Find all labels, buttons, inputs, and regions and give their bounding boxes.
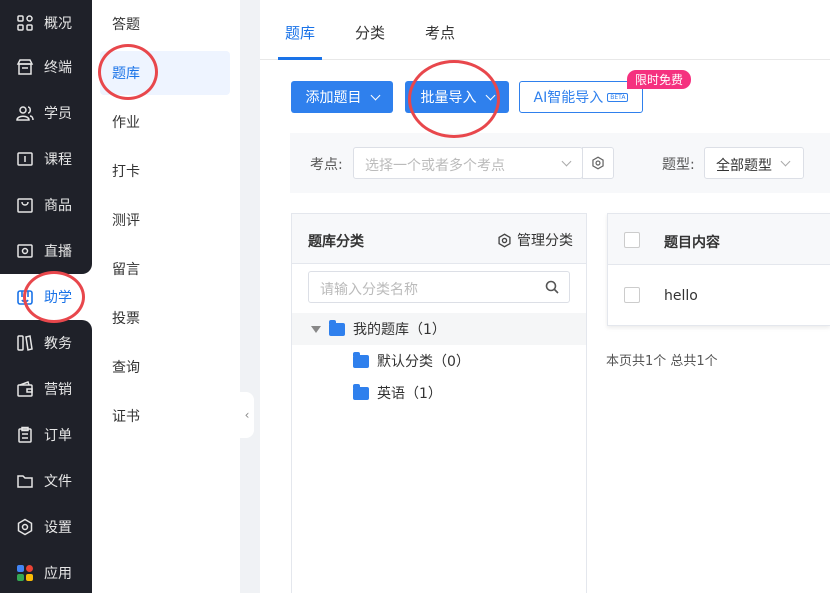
nav-item-apps[interactable]: 应用 [0, 550, 92, 593]
active-tab-indicator [278, 57, 322, 60]
nav-item-files[interactable]: 文件 [0, 458, 92, 504]
collapse-sidebar-handle[interactable]: ‹ [240, 392, 254, 438]
question-type-value: 全部题型 [716, 158, 772, 174]
ai-import-button[interactable]: AI智能导入 BETA [519, 81, 643, 113]
column-header-content: 题目内容 [664, 235, 720, 251]
subnav-item-checkin[interactable]: 打卡 [100, 149, 230, 193]
question-content-cell[interactable]: hello [664, 288, 698, 304]
nav-label: 课程 [44, 152, 72, 168]
promo-badge: 限时免费 [627, 70, 692, 89]
category-panel: 题库分类 管理分类 请输入分类名称 我的题库（1） 默认分类（0） 英语（1） [291, 213, 587, 593]
tree-node-label: 我的题库（1） [353, 322, 446, 338]
nav-label: 应用 [44, 566, 72, 582]
caret-down-icon [311, 325, 321, 333]
nav-item-overview[interactable]: 概况 [0, 0, 92, 46]
nav-item-settings[interactable]: 设置 [0, 504, 92, 550]
course-icon [17, 152, 33, 166]
search-icon [545, 280, 559, 294]
category-search-placeholder: 请输入分类名称 [320, 282, 418, 298]
annotation-circle-study [23, 271, 85, 323]
folder-icon [329, 319, 345, 336]
folder-icon [353, 351, 369, 368]
settings-icon [17, 518, 33, 536]
category-search-input[interactable]: 请输入分类名称 [308, 271, 570, 303]
knowledge-point-select[interactable]: 选择一个或者多个考点 [353, 147, 583, 179]
subnav-item-assessment[interactable]: 测评 [100, 198, 230, 242]
subnav-item-query[interactable]: 查询 [100, 345, 230, 389]
subnav-item-quiz[interactable]: 答题 [100, 2, 230, 46]
order-icon [18, 426, 32, 443]
folder-icon [353, 383, 369, 400]
nav-label: 终端 [44, 60, 72, 76]
knowledge-point-placeholder: 选择一个或者多个考点 [365, 158, 505, 174]
tree-node-my-bank[interactable]: 我的题库（1） [292, 313, 586, 345]
manage-categories-label: 管理分类 [517, 233, 573, 249]
chevron-down-icon [780, 156, 791, 167]
apps-icon [17, 565, 33, 581]
store-icon [16, 59, 34, 75]
subnav-item-messages[interactable]: 留言 [100, 247, 230, 291]
tab-question-bank[interactable]: 题库 [285, 22, 315, 43]
question-table-header: 题目内容 [608, 214, 830, 265]
tree-node-default[interactable]: 默认分类（0） [292, 345, 586, 377]
users-icon [16, 106, 34, 121]
nav-item-students[interactable]: 学员 [0, 90, 92, 136]
annotation-circle-batch-import [408, 60, 500, 138]
nav-label: 营销 [44, 382, 72, 398]
select-all-checkbox[interactable] [624, 232, 640, 248]
dashboard-icon [17, 15, 33, 31]
manage-categories-button[interactable]: 管理分类 [497, 230, 573, 250]
tab-categories[interactable]: 分类 [355, 22, 385, 43]
main-content: 题库 分类 考点 添加题目 批量导入 AI智能导入 BETA 限时免费 考点: … [260, 0, 830, 593]
live-icon [17, 244, 33, 258]
subnav-item-homework[interactable]: 作业 [100, 100, 230, 144]
add-question-button[interactable]: 添加题目 [291, 81, 393, 113]
subnav-item-certificate[interactable]: 证书 [100, 394, 230, 438]
annotation-circle-question-bank [98, 44, 158, 100]
nav-label: 学员 [44, 106, 72, 122]
nav-label: 商品 [44, 198, 72, 214]
subnav-item-vote[interactable]: 投票 [100, 296, 230, 340]
wallet-icon [17, 381, 33, 397]
nav-item-terminal[interactable]: 终端 [0, 44, 92, 90]
nav-item-marketing[interactable]: 营销 [0, 366, 92, 412]
nav-label: 订单 [44, 428, 72, 444]
gear-icon [498, 232, 511, 248]
nav-label: 概况 [44, 16, 72, 32]
chevron-down-icon [370, 90, 380, 100]
category-panel-title: 题库分类 [308, 234, 364, 250]
tree-node-label: 默认分类（0） [377, 354, 470, 370]
filter-bar: 考点: 选择一个或者多个考点 题型: 全部题型 [290, 133, 830, 193]
nav-item-products[interactable]: 商品 [0, 182, 92, 228]
nav-item-live[interactable]: 直播 [0, 228, 92, 274]
category-panel-header: 题库分类 管理分类 [292, 214, 586, 264]
pagination-summary: 本页共1个 总共1个 [606, 354, 718, 369]
nav-item-orders[interactable]: 订单 [0, 412, 92, 458]
knowledge-filter-label: 考点: [310, 157, 343, 173]
nav-label: 直播 [44, 244, 72, 260]
nav-label: 教务 [44, 336, 72, 352]
question-table: 题目内容 hello [607, 213, 830, 326]
chevron-down-icon [561, 156, 572, 167]
folder-icon [17, 475, 33, 488]
nav-item-courses[interactable]: 课程 [0, 136, 92, 182]
tab-bar: 题库 分类 考点 [260, 0, 830, 60]
beta-tag: BETA [607, 92, 629, 102]
bag-icon [17, 198, 33, 213]
gear-icon [592, 156, 604, 170]
nav-label: 文件 [44, 474, 72, 490]
tree-node-english[interactable]: 英语（1） [292, 377, 586, 409]
type-filter-label: 题型: [662, 157, 695, 173]
question-type-select[interactable]: 全部题型 [704, 147, 804, 179]
ai-import-label: AI智能导入 [533, 90, 604, 106]
tab-knowledge-points[interactable]: 考点 [425, 22, 455, 43]
tree-node-label: 英语（1） [377, 386, 442, 402]
add-question-label: 添加题目 [305, 90, 362, 106]
chevron-left-icon: ‹ [244, 408, 250, 422]
books-icon [17, 335, 33, 351]
nav-item-academic[interactable]: 教务 [0, 320, 92, 366]
knowledge-settings-button[interactable] [582, 147, 614, 179]
row-checkbox[interactable] [624, 287, 640, 303]
nav-label: 设置 [44, 520, 72, 536]
